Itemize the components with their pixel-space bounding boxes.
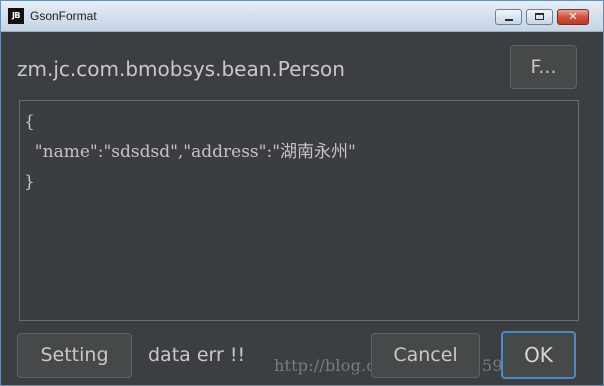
- class-name-label: zm.jc.com.bmobsys.bean.Person: [17, 57, 345, 81]
- title-bar[interactable]: JB GsonFormat ✕: [1, 1, 603, 32]
- json-input-area[interactable]: { "name":"sdsdsd","address":"湖南永州" }: [19, 100, 579, 321]
- ok-button[interactable]: OK: [501, 331, 576, 379]
- json-line: "name":"sdsdsd","address":"湖南永州": [24, 142, 356, 162]
- close-button[interactable]: ✕: [557, 9, 589, 25]
- cancel-button[interactable]: Cancel: [371, 333, 480, 378]
- maximize-icon: [535, 13, 544, 20]
- status-message: data err !!: [148, 344, 246, 366]
- gsonformat-dialog: JB GsonFormat ✕ zm.jc.com.bmobsys.bean.P…: [0, 0, 604, 386]
- json-line: }: [24, 172, 35, 192]
- window-title: GsonFormat: [30, 9, 97, 23]
- format-button[interactable]: F...: [510, 45, 577, 89]
- jetbrains-app-icon: JB: [8, 8, 24, 24]
- minimize-icon: [505, 19, 513, 21]
- minimize-button[interactable]: [495, 9, 522, 25]
- close-icon: ✕: [568, 10, 578, 23]
- maximize-button[interactable]: [526, 9, 553, 25]
- json-line: {: [24, 112, 35, 132]
- setting-button[interactable]: Setting: [17, 333, 132, 378]
